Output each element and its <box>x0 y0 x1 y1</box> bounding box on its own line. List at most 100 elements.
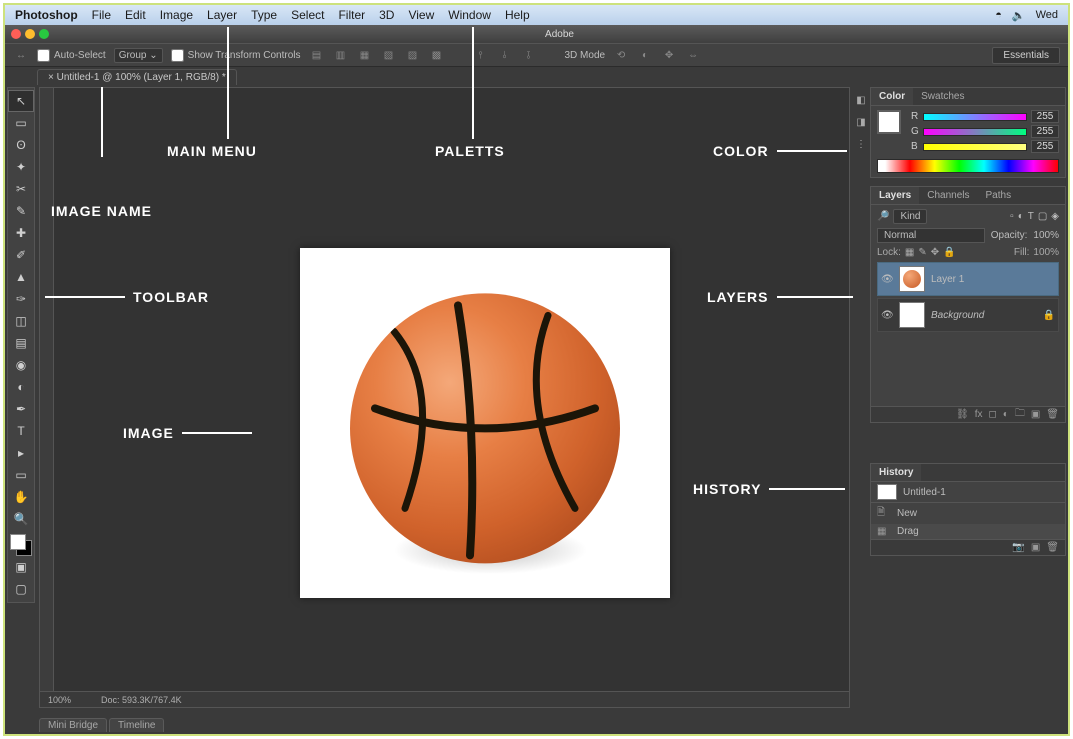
workspace-switcher[interactable]: Essentials <box>992 47 1060 64</box>
blur-tool[interactable]: ◉ <box>8 354 34 376</box>
healing-brush-tool[interactable]: ✚ <box>8 222 34 244</box>
visibility-icon[interactable]: 👁 <box>881 310 893 321</box>
fill-value[interactable]: 100% <box>1033 247 1059 258</box>
distribute-icon[interactable]: ⫯ <box>473 47 489 63</box>
menu-type[interactable]: Type <box>251 8 277 22</box>
opacity-value[interactable]: 100% <box>1033 230 1059 241</box>
tab-mini-bridge[interactable]: Mini Bridge <box>39 718 107 732</box>
3d-slide-icon[interactable]: ⇔ <box>685 47 701 63</box>
distribute-icon[interactable]: ⫰ <box>497 47 513 63</box>
g-slider[interactable] <box>923 128 1027 136</box>
menu-edit[interactable]: Edit <box>125 8 146 22</box>
panel-icon[interactable]: ◧ <box>854 93 868 107</box>
adjustment-icon[interactable]: ◐ <box>1003 409 1009 420</box>
tab-swatches[interactable]: Swatches <box>913 88 972 105</box>
panel-icon[interactable]: ◨ <box>854 115 868 129</box>
minimize-icon[interactable] <box>25 29 35 39</box>
g-value[interactable]: 255 <box>1031 125 1059 138</box>
color-spectrum[interactable] <box>877 159 1059 173</box>
path-selection-tool[interactable]: ▸ <box>8 442 34 464</box>
doc-size[interactable]: Doc: 593.3K/767.4K <box>101 695 182 705</box>
trash-icon[interactable]: 🗑 <box>1046 409 1059 420</box>
menu-file[interactable]: File <box>92 8 111 22</box>
align-icon[interactable]: ▧ <box>381 47 397 63</box>
volume-icon[interactable]: 🔈 <box>1012 9 1026 22</box>
3d-rotate-icon[interactable]: ⟲ <box>613 47 629 63</box>
dodge-tool[interactable]: ◐ <box>8 376 34 398</box>
tab-layers[interactable]: Layers <box>871 187 919 204</box>
tab-timeline[interactable]: Timeline <box>109 718 164 732</box>
auto-select-target[interactable]: Group ⌄ <box>114 48 163 63</box>
mask-icon[interactable]: ◻ <box>988 409 996 420</box>
crop-tool[interactable]: ✂ <box>8 178 34 200</box>
menu-window[interactable]: Window <box>448 8 491 22</box>
document-tab[interactable]: × Untitled-1 @ 100% (Layer 1, RGB/8) * <box>37 69 237 85</box>
align-icon[interactable]: ▤ <box>309 47 325 63</box>
quick-mask-tool[interactable]: ▣ <box>8 556 34 578</box>
blend-mode[interactable]: Normal <box>877 228 985 243</box>
marquee-tool[interactable]: ▭ <box>8 112 34 134</box>
screen-mode-tool[interactable]: ▢ <box>8 578 34 600</box>
r-slider[interactable] <box>923 113 1027 121</box>
layer-row[interactable]: 👁 Layer 1 <box>877 262 1059 296</box>
align-icon[interactable]: ▨ <box>405 47 421 63</box>
gradient-tool[interactable]: ▤ <box>8 332 34 354</box>
layer-row[interactable]: 👁 Background 🔒 <box>877 298 1059 332</box>
history-step[interactable]: ▦Drag <box>871 524 1065 539</box>
align-icon[interactable]: ▩ <box>429 47 445 63</box>
new-state-icon[interactable]: ▣ <box>1031 542 1040 553</box>
close-icon[interactable] <box>11 29 21 39</box>
visibility-icon[interactable]: 👁 <box>881 274 893 285</box>
pen-tool[interactable]: ✒ <box>8 398 34 420</box>
move-tool[interactable]: ↖ <box>8 90 34 112</box>
tab-color[interactable]: Color <box>871 88 913 105</box>
menu-3d[interactable]: 3D <box>379 8 394 22</box>
color-swatches[interactable] <box>10 534 32 556</box>
app-menu[interactable]: Photoshop <box>15 8 78 22</box>
menu-layer[interactable]: Layer <box>207 8 237 22</box>
3d-pan-icon[interactable]: ✥ <box>661 47 677 63</box>
align-icon[interactable]: ▦ <box>357 47 373 63</box>
magic-wand-tool[interactable]: ✦ <box>8 156 34 178</box>
show-transform-checkbox[interactable] <box>171 49 184 62</box>
menu-image[interactable]: Image <box>160 8 193 22</box>
panel-icon[interactable]: ⋮ <box>854 137 868 151</box>
foreground-swatch[interactable] <box>877 110 901 134</box>
clock[interactable]: Wed <box>1036 9 1058 21</box>
new-layer-icon[interactable]: ▣ <box>1031 409 1040 420</box>
menu-filter[interactable]: Filter <box>338 8 365 22</box>
snapshot-thumb[interactable] <box>877 484 897 500</box>
history-step[interactable]: 🗎New <box>871 503 1065 524</box>
group-icon[interactable]: 🗀 <box>1015 406 1025 423</box>
menu-help[interactable]: Help <box>505 8 530 22</box>
tab-history[interactable]: History <box>871 464 921 481</box>
zoom-icon[interactable] <box>39 29 49 39</box>
hand-tool[interactable]: ✋ <box>8 486 34 508</box>
clone-stamp-tool[interactable]: ▲ <box>8 266 34 288</box>
tab-paths[interactable]: Paths <box>978 187 1020 204</box>
eraser-tool[interactable]: ◫ <box>8 310 34 332</box>
b-value[interactable]: 255 <box>1031 140 1059 153</box>
history-brush-tool[interactable]: ✑ <box>8 288 34 310</box>
menu-select[interactable]: Select <box>291 8 324 22</box>
eyedropper-tool[interactable]: ✎ <box>8 200 34 222</box>
zoom-level[interactable]: 100% <box>48 695 71 705</box>
menu-view[interactable]: View <box>408 8 434 22</box>
notification-icon[interactable]: ◓ <box>995 9 1002 21</box>
distribute-icon[interactable]: ⫱ <box>521 47 537 63</box>
zoom-tool[interactable]: 🔍 <box>8 508 34 530</box>
type-tool[interactable]: T <box>8 420 34 442</box>
align-icon[interactable]: ▥ <box>333 47 349 63</box>
tab-channels[interactable]: Channels <box>919 187 977 204</box>
r-value[interactable]: 255 <box>1031 110 1059 123</box>
camera-icon[interactable]: 📷 <box>1012 542 1024 553</box>
document-canvas[interactable] <box>300 248 670 598</box>
3d-roll-icon[interactable]: ◐ <box>637 47 653 63</box>
shape-tool[interactable]: ▭ <box>8 464 34 486</box>
trash-icon[interactable]: 🗑 <box>1046 542 1059 553</box>
auto-select-checkbox[interactable] <box>37 49 50 62</box>
brush-tool[interactable]: ✐ <box>8 244 34 266</box>
lasso-tool[interactable]: ʘ <box>8 134 34 156</box>
fx-icon[interactable]: fx <box>975 409 983 420</box>
link-layers-icon[interactable]: ⛓ <box>956 409 969 420</box>
